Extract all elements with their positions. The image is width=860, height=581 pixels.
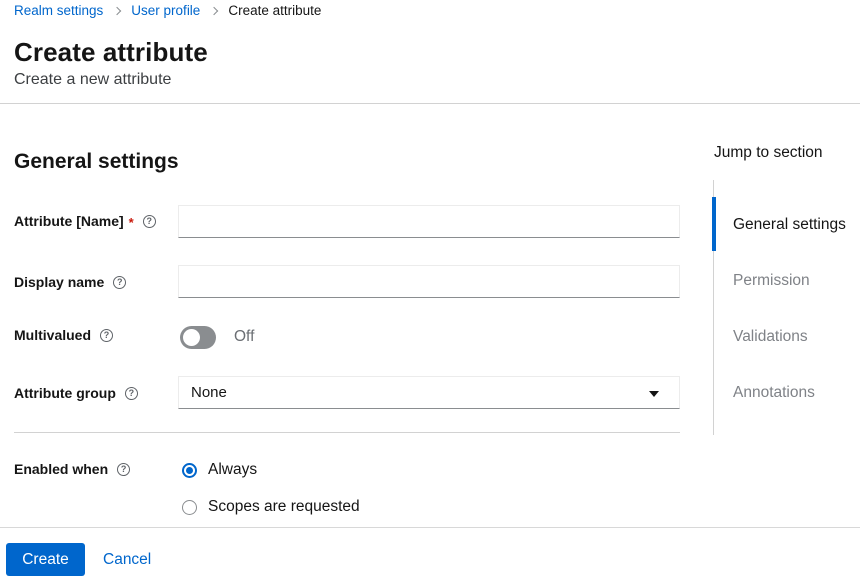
- chevron-right-icon: [210, 6, 219, 16]
- create-button[interactable]: Create: [6, 543, 85, 576]
- multivalued-label: Multivalued ?: [14, 327, 114, 343]
- attribute-name-input[interactable]: [178, 205, 680, 238]
- help-icon[interactable]: ?: [124, 386, 138, 400]
- cancel-button[interactable]: Cancel: [103, 543, 151, 576]
- attribute-group-selected-value: None: [191, 384, 227, 401]
- multivalued-label-text: Multivalued: [14, 327, 92, 343]
- section-heading-general-settings: General settings: [14, 150, 179, 173]
- jump-link-permission[interactable]: Permission: [712, 253, 846, 309]
- help-icon[interactable]: ?: [142, 214, 156, 228]
- create-attribute-page: Realm settings User profile Create attri…: [0, 0, 860, 581]
- footer-divider: [0, 527, 860, 528]
- page-title: Create attribute: [14, 37, 208, 67]
- display-name-input[interactable]: [178, 265, 680, 298]
- breadcrumb-realm-settings[interactable]: Realm settings: [14, 2, 103, 19]
- form-divider: [14, 432, 680, 433]
- attribute-name-label: Attribute [Name] * ?: [14, 213, 156, 230]
- jump-link-annotations[interactable]: Annotations: [712, 365, 846, 421]
- jump-to-section-title: Jump to section: [714, 144, 823, 161]
- radio-option-always[interactable]: Always: [182, 461, 257, 479]
- help-icon[interactable]: ?: [100, 328, 114, 342]
- enabled-when-label: Enabled when ?: [14, 461, 131, 477]
- jump-to-section-nav: General settings Permission Validations …: [712, 180, 860, 435]
- radio-selected-icon: [182, 462, 197, 478]
- help-icon[interactable]: ?: [117, 462, 131, 476]
- radio-option-scopes-requested[interactable]: Scopes are requested: [182, 498, 360, 516]
- help-icon[interactable]: ?: [113, 275, 127, 289]
- display-name-label: Display name ?: [14, 274, 127, 290]
- enabled-when-label-text: Enabled when: [14, 461, 109, 477]
- breadcrumb-current: Create attribute: [228, 3, 322, 18]
- caret-down-icon: [649, 391, 659, 397]
- jump-link-validations[interactable]: Validations: [712, 309, 846, 365]
- display-name-label-text: Display name: [14, 274, 105, 290]
- required-indicator: *: [128, 214, 134, 230]
- attribute-group-label-text: Attribute group: [14, 385, 116, 401]
- multivalued-toggle-state: Off: [234, 328, 255, 345]
- breadcrumb-user-profile[interactable]: User profile: [131, 2, 200, 19]
- jump-link-general-settings[interactable]: General settings: [712, 197, 846, 253]
- breadcrumb: Realm settings User profile Create attri…: [14, 2, 321, 19]
- attribute-name-label-text: Attribute [Name]: [14, 213, 124, 229]
- header-divider: [0, 103, 860, 104]
- page-subtitle: Create a new attribute: [14, 71, 172, 88]
- radio-scopes-label: Scopes are requested: [208, 498, 360, 515]
- radio-always-label: Always: [208, 461, 258, 478]
- toggle-knob: [183, 329, 200, 346]
- multivalued-toggle[interactable]: [180, 326, 216, 349]
- radio-unselected-icon: [182, 499, 197, 515]
- chevron-right-icon: [113, 6, 122, 16]
- attribute-group-label: Attribute group ?: [14, 385, 138, 401]
- attribute-group-select[interactable]: None: [178, 376, 680, 409]
